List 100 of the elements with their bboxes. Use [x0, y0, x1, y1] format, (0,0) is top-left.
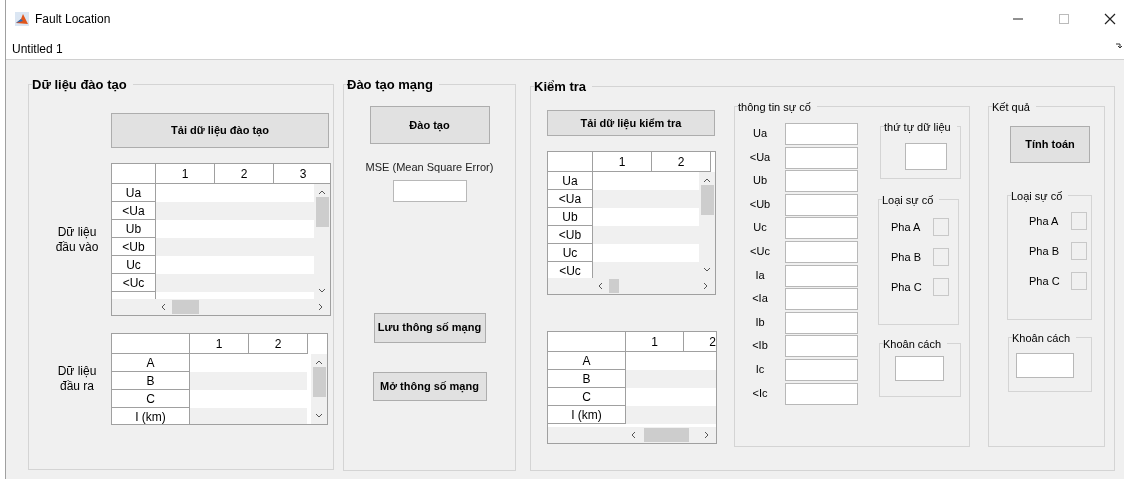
- input-field[interactable]: [1016, 353, 1074, 378]
- row-header: Ua: [548, 172, 593, 190]
- field-label: Ia: [754, 267, 766, 283]
- close-icon[interactable]: [1104, 13, 1116, 25]
- vertical-scrollbar[interactable]: [311, 354, 327, 424]
- scroll-thumb[interactable]: [312, 367, 326, 397]
- field-label: Ub: [751, 173, 769, 189]
- scroll-thumb[interactable]: [700, 185, 714, 215]
- checkbox[interactable]: [1071, 272, 1087, 290]
- save-network-button[interactable]: Lưu thông số mạng: [373, 312, 486, 343]
- scroll-thumb[interactable]: [644, 428, 689, 442]
- corner-arrow-icon[interactable]: [1116, 42, 1122, 49]
- scroll-down-icon[interactable]: [315, 413, 323, 419]
- load-training-data-button[interactable]: Tải dữ liệu đào tạo: [111, 113, 329, 148]
- checkbox[interactable]: [933, 218, 949, 236]
- data-table[interactable]: 1 2 A B C I (km): [111, 333, 328, 425]
- compute-button[interactable]: Tính toán: [1010, 126, 1090, 163]
- checkbox[interactable]: [933, 248, 949, 266]
- column-header: 1: [156, 164, 215, 184]
- checkbox-label: Pha B: [891, 249, 922, 265]
- scroll-left-icon[interactable]: [597, 282, 603, 290]
- table-cell[interactable]: [626, 406, 684, 424]
- scroll-right-icon[interactable]: [704, 431, 710, 439]
- table-cell[interactable]: [156, 202, 215, 220]
- field-label: Uc: [752, 220, 768, 236]
- input-field[interactable]: [895, 356, 944, 381]
- scroll-down-icon[interactable]: [318, 288, 326, 294]
- panel-title: thông tin sự cố: [738, 99, 817, 116]
- checkbox[interactable]: [1071, 242, 1087, 260]
- table-label: Dữ liệu đầu vào: [54, 224, 100, 255]
- panel-title: Kết quả: [992, 99, 1036, 116]
- table-cell[interactable]: [593, 226, 652, 244]
- field-label: MSE (Mean Square Error): [365, 160, 494, 175]
- scroll-thumb[interactable]: [609, 279, 619, 293]
- field-label: Ic: [754, 361, 766, 377]
- row-header: A: [112, 354, 190, 372]
- data-table[interactable]: 1 2 3 Ua <Ua Ub <Ub Uc <Uc: [111, 163, 331, 316]
- row-header: <Ua: [548, 190, 593, 208]
- row-header: Uc: [112, 256, 156, 274]
- data-table[interactable]: 1 2 Ua <Ua Ub <Ub Uc <Uc: [547, 151, 716, 295]
- input-field[interactable]: [785, 288, 858, 311]
- table-cell[interactable]: [626, 370, 684, 388]
- checkbox-label: Pha A: [891, 219, 922, 235]
- scroll-down-icon[interactable]: [703, 267, 711, 273]
- input-field[interactable]: [785, 264, 858, 287]
- table-cell[interactable]: [190, 408, 249, 424]
- input-field[interactable]: [392, 179, 467, 202]
- table-cell[interactable]: [593, 190, 652, 208]
- train-button[interactable]: Đào tạo: [369, 106, 490, 144]
- input-field[interactable]: [785, 358, 858, 381]
- column-header: 2: [215, 164, 274, 184]
- checkbox[interactable]: [1071, 212, 1087, 230]
- scroll-up-icon[interactable]: [318, 189, 326, 195]
- input-field[interactable]: [785, 382, 858, 405]
- checkbox[interactable]: [933, 278, 949, 296]
- menu-item[interactable]: Untitled 1: [12, 39, 63, 58]
- open-network-button[interactable]: Mở thông số mạng: [372, 371, 487, 401]
- row-header: A: [548, 352, 626, 370]
- field-label: <Ub: [748, 196, 772, 212]
- field-label: Ua: [751, 126, 769, 141]
- row-header: Ub: [112, 220, 156, 238]
- maximize-icon[interactable]: [1058, 13, 1070, 25]
- row-header: <Ub: [548, 226, 593, 244]
- column-header: 1: [190, 334, 249, 354]
- scroll-thumb[interactable]: [172, 300, 199, 314]
- scroll-thumb[interactable]: [315, 197, 329, 227]
- row-header: <Uc: [112, 274, 156, 292]
- input-field[interactable]: [785, 335, 858, 358]
- vertical-scrollbar[interactable]: [314, 184, 330, 299]
- scroll-left-icon[interactable]: [630, 431, 636, 439]
- input-field[interactable]: [785, 311, 858, 334]
- table-label: Dữ liệu đầu ra: [56, 364, 98, 394]
- scroll-right-icon[interactable]: [703, 282, 709, 290]
- table-cell[interactable]: [156, 274, 215, 292]
- input-field[interactable]: [785, 240, 858, 263]
- row-header: B: [548, 370, 626, 388]
- corner-cell: [112, 164, 156, 184]
- vertical-scrollbar[interactable]: [699, 172, 715, 278]
- checkbox-label: Pha B: [1029, 243, 1060, 259]
- input-field[interactable]: [785, 170, 858, 193]
- scroll-up-icon[interactable]: [315, 359, 323, 365]
- scroll-right-icon[interactable]: [318, 303, 324, 311]
- scroll-left-icon[interactable]: [160, 303, 166, 311]
- input-field[interactable]: [785, 123, 858, 145]
- table-cell[interactable]: [190, 372, 249, 390]
- row-header: Ua: [112, 184, 156, 202]
- input-field[interactable]: [905, 143, 947, 170]
- input-field[interactable]: [785, 217, 858, 240]
- load-test-data-button[interactable]: Tải dữ liệu kiểm tra: [547, 110, 715, 136]
- input-field[interactable]: [785, 146, 858, 169]
- row-header: <Ub: [112, 238, 156, 256]
- scroll-up-icon[interactable]: [703, 177, 711, 183]
- input-field[interactable]: [785, 193, 858, 216]
- column-header: 2: [249, 334, 308, 354]
- table-cell[interactable]: [156, 238, 215, 256]
- table-cell[interactable]: [249, 408, 307, 424]
- data-table[interactable]: 1 2 A B C I (km): [547, 331, 717, 444]
- app-icon[interactable]: [15, 12, 29, 26]
- column-header: 1: [593, 152, 652, 172]
- row-header: B: [112, 372, 190, 390]
